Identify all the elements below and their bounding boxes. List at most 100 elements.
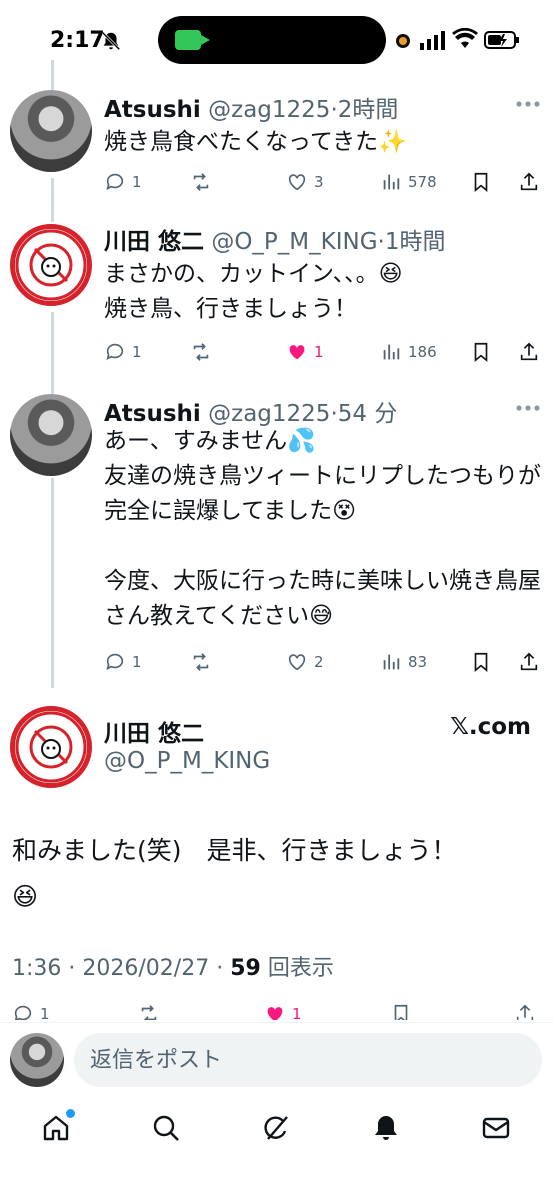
repost-button[interactable] [190,170,212,194]
like-button[interactable]: 1 [264,1002,302,1020]
tweet-time: 1:36 [12,956,62,981]
opm-logo-icon [15,229,87,301]
handle[interactable]: @O_P_M_KING [211,229,377,255]
tweet[interactable]: Atsushi @zag1225·2時間 焼き鳥食べたくなってきた✨ 1 3 5… [0,90,553,205]
views-button[interactable]: 186 [380,340,437,364]
main-tweet: 川田 悠二 @O_P_M_KING 𝕏.com 和みました(笑) 是非、行きまし… [0,700,553,1020]
dynamic-island [158,16,386,64]
tweet-text: 焼き鳥食べたくなってきた✨ [104,129,407,155]
tweet-time: 1時間 [384,229,446,255]
facetime-icon [175,30,210,50]
views-button[interactable]: 578 [380,170,437,194]
bookmark-button[interactable] [470,340,492,364]
reply-button[interactable]: 1 [12,1002,50,1020]
status-bar: 2:17 [0,0,553,78]
search-icon [153,1115,179,1141]
repost-button[interactable] [190,650,212,674]
tab-messages[interactable] [480,1112,512,1144]
avatar[interactable] [10,90,92,172]
mail-icon [482,1117,510,1139]
display-name[interactable]: 川田 悠二 [104,229,204,255]
wifi-icon [452,28,478,48]
tab-search[interactable] [150,1112,182,1144]
avatar[interactable] [10,1033,64,1087]
bookmark-button[interactable] [470,170,492,194]
action-bar: 1 3 578 [104,170,544,194]
reply-input[interactable] [74,1033,542,1087]
share-icon [520,342,538,361]
bell-icon [375,1116,397,1140]
reply-button[interactable]: 1 [104,170,142,194]
repost-icon [141,1005,157,1020]
views-label: 回表示 [267,956,334,981]
display-name[interactable]: 川田 悠二 [104,714,204,748]
notification-dot [66,1109,75,1118]
share-icon [520,172,538,191]
display-name[interactable]: Atsushi [104,97,201,123]
tweet[interactable]: Atsushi @zag1225·54 分 あー、すみません💦 友達の焼き鳥ツィ… [0,394,553,684]
heart-icon [288,654,306,671]
repost-button[interactable] [190,340,212,364]
repost-button[interactable] [138,1002,160,1020]
like-count: 2 [314,653,324,671]
avatar[interactable] [10,394,92,476]
share-button[interactable] [518,650,540,674]
reply-bar [0,1022,553,1100]
tweet-header: 川田 悠二 @O_P_M_KING·1時間 [104,229,446,255]
tweet[interactable]: 川田 悠二 @O_P_M_KING·1時間 まさかの、カットイン、、。😆 焼き鳥… [0,222,553,372]
reply-count: 1 [132,173,142,191]
like-button[interactable]: 2 [286,650,324,674]
share-button[interactable] [518,170,540,194]
view-count: 83 [408,653,428,671]
like-count: 1 [292,1005,302,1020]
views-icon [383,174,400,190]
reply-button[interactable]: 1 [104,340,142,364]
reply-button[interactable]: 1 [104,650,142,674]
tab-bar [0,1100,553,1200]
source-label[interactable]: 𝕏.com [450,714,531,740]
avatar[interactable] [10,224,92,306]
bell-muted-icon [101,31,121,51]
tweet-text: あー、すみません💦 友達の焼き鳥ツィートにリプしたつもりが完全に誤爆してました😵… [104,428,541,629]
action-bar: 1 1 186 [104,340,544,364]
handle[interactable]: @zag1225 [208,97,330,123]
reply-count: 1 [132,653,142,671]
tweet-text: 和みました(笑) 是非、行きましょう！ 😆 [12,836,457,911]
bookmark-icon [474,342,488,363]
more-icon[interactable] [515,100,541,108]
bookmark-button[interactable] [390,1002,412,1020]
signal-icon [420,31,445,50]
handle[interactable]: @O_P_M_KING [104,748,270,774]
status-time: 2:17 [50,28,105,53]
tweet-text: まさかの、カットイン、、。😆 焼き鳥、行きましょう！ [104,261,403,322]
like-button[interactable]: 3 [286,170,324,194]
views-button[interactable]: 83 [380,650,427,674]
thread-line [51,60,54,90]
tweet-header: Atsushi @zag1225·54 分 [104,401,398,427]
bookmark-icon [394,1004,408,1020]
grok-icon [264,1116,288,1140]
like-button[interactable]: 1 [286,340,324,364]
action-bar: 1 1 [12,1002,542,1020]
tab-grok[interactable] [260,1112,292,1144]
share-button[interactable] [518,340,540,364]
tab-home[interactable] [40,1109,75,1144]
tab-notifications[interactable] [370,1112,402,1144]
bookmark-icon [474,652,488,673]
views-icon [383,344,400,360]
like-count: 3 [314,173,324,191]
reply-count: 1 [40,1005,50,1020]
reply-icon [14,1005,32,1020]
views-icon [383,654,400,670]
share-button[interactable] [514,1002,536,1020]
tweet-time: 2時間 [337,97,399,123]
bookmark-button[interactable] [470,650,492,674]
tweet-date: 2026/02/27 [82,956,210,981]
opm-logo-icon [15,711,87,783]
avatar[interactable] [10,706,92,788]
heart-filled-icon [289,345,305,360]
more-icon[interactable] [515,404,541,412]
reply-icon [106,653,124,670]
tweet-header: Atsushi @zag1225·2時間 [104,97,399,123]
view-count: 59 [230,956,261,981]
